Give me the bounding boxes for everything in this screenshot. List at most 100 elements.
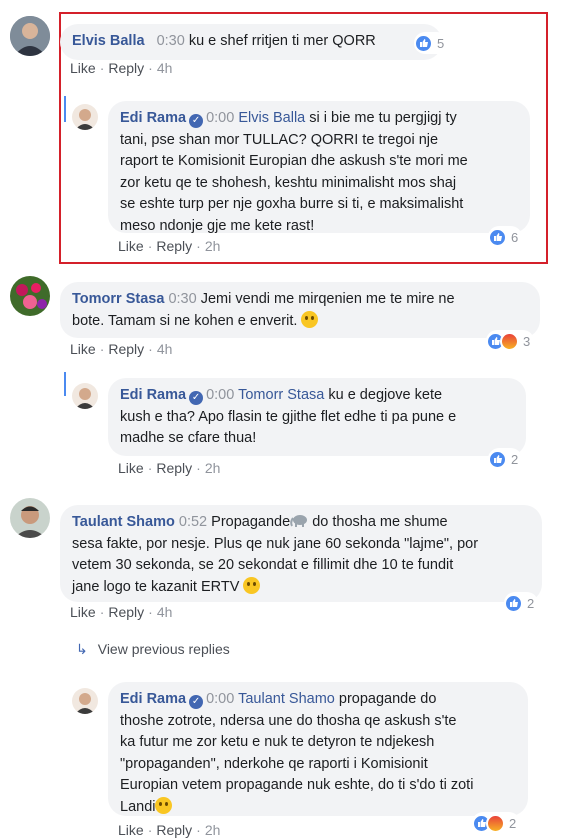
- video-timestamp[interactable]: 0:30: [168, 291, 196, 307]
- smiling-emoji-icon: [243, 576, 261, 594]
- like-reaction-icon: [488, 449, 507, 469]
- view-previous-label: View previous replies: [97, 641, 230, 657]
- comment-bubble: Taulant Shamo 0:52 Propagande do thosha …: [60, 505, 542, 602]
- video-timestamp[interactable]: 0:00: [206, 110, 234, 126]
- mention-link[interactable]: Tomorr Stasa: [238, 387, 324, 403]
- comment-text-line: Jemi vendi me mirqenien me te mire ne: [200, 291, 455, 307]
- comment-text-line: ka futur me zor ketu e nuk te detyron te…: [120, 734, 435, 750]
- reply-link[interactable]: Reply: [156, 460, 192, 476]
- video-timestamp[interactable]: 0:00: [206, 691, 234, 707]
- like-reaction-icon: [504, 593, 523, 613]
- comment-actions: Like · Reply · 2h: [118, 238, 221, 254]
- reaction-count: 2: [509, 815, 517, 831]
- like-link[interactable]: Like: [118, 822, 144, 838]
- comment-time[interactable]: 4h: [157, 341, 173, 357]
- mention-link[interactable]: Taulant Shamo: [238, 691, 335, 707]
- comment-text-line: kush e tha? Apo flasin te gjithe flet ed…: [120, 408, 457, 425]
- comment-time[interactable]: 2h: [205, 460, 221, 476]
- comment-author[interactable]: Edi Rama: [120, 691, 186, 707]
- comment-author[interactable]: Tomorr Stasa: [72, 291, 164, 307]
- reply-indicator: [64, 96, 66, 122]
- comment-author[interactable]: Edi Rama: [120, 110, 186, 126]
- verified-badge-icon: ✓: [189, 114, 204, 128]
- like-reaction-icon: [488, 227, 507, 247]
- comment-time[interactable]: 2h: [205, 822, 221, 838]
- reaction-count: 2: [511, 451, 519, 467]
- comment-bubble: Elvis Balla 0:30 ku e shef rritjen ti me…: [60, 24, 442, 60]
- comment-text: ku e shef rritjen ti mer QORR: [188, 33, 376, 49]
- reply-link[interactable]: Reply: [108, 604, 144, 620]
- reaction-count: 2: [527, 595, 535, 611]
- reactions-summary[interactable]: 6: [488, 226, 523, 248]
- reactions-summary[interactable]: 2: [472, 812, 521, 834]
- view-previous-replies[interactable]: ↳ View previous replies: [76, 641, 230, 658]
- avatar[interactable]: [10, 498, 50, 538]
- comment-text-line: Europian vetem propagande nuk eshte, do …: [120, 777, 474, 793]
- like-link[interactable]: Like: [70, 60, 96, 76]
- comment-author[interactable]: Taulant Shamo: [72, 514, 175, 530]
- reactions-summary[interactable]: 2: [488, 448, 523, 470]
- comment-time[interactable]: 2h: [205, 238, 221, 254]
- comment-text-line: vetem 30 sekonda, se 20 sekondat e filli…: [72, 557, 454, 573]
- video-timestamp[interactable]: 0:30: [157, 33, 185, 49]
- comment-text-line: madhe se cfare thua!: [120, 430, 257, 446]
- reaction-count: 6: [511, 229, 519, 245]
- like-link[interactable]: Like: [118, 238, 144, 254]
- comment-time[interactable]: 4h: [157, 60, 173, 76]
- angry-reaction-icon: [486, 813, 505, 833]
- upside-down-emoji-icon: [155, 796, 173, 814]
- reply-bubble: Edi Rama ✓ 0:00 Elvis Balla si i bie me tu…: [108, 101, 530, 234]
- reply-bubble: Edi Rama ✓ 0:00 Tomorr Stasa ku e degjove …: [108, 378, 526, 456]
- video-timestamp[interactable]: 0:52: [179, 514, 207, 530]
- reactions-summary[interactable]: 5: [414, 32, 449, 54]
- reply-link[interactable]: Reply: [108, 341, 144, 357]
- comment-actions: Like · Reply · 4h: [70, 341, 173, 357]
- like-reaction-icon: [414, 33, 433, 53]
- reply-link[interactable]: Reply: [108, 60, 144, 76]
- comment-actions: Like · Reply · 2h: [118, 822, 221, 838]
- avatar[interactable]: [10, 16, 50, 56]
- mention-link[interactable]: Elvis Balla: [238, 110, 305, 126]
- like-link[interactable]: Like: [118, 460, 144, 476]
- comment-text-line: do thosha me shume: [312, 514, 448, 530]
- comment-bubble: Tomorr Stasa 0:30 Jemi vendi me mirqenie…: [60, 282, 540, 338]
- elephant-emoji-icon: [290, 515, 308, 527]
- reply-arrow-icon: ↳: [76, 641, 88, 657]
- comment-text-line: Landi: [120, 798, 156, 815]
- comment-author[interactable]: Edi Rama: [120, 387, 186, 403]
- comment-text-line: propagande do: [338, 691, 437, 707]
- avatar[interactable]: [72, 104, 98, 130]
- reply-link[interactable]: Reply: [156, 822, 192, 838]
- avatar[interactable]: [72, 383, 98, 409]
- comment-text-line: bote. Tamam si ne kohen e enverit.: [72, 312, 298, 329]
- comment-text-line: jane logo te kazanit ERTV: [72, 578, 240, 595]
- comment-actions: Like · Reply · 4h: [70, 60, 173, 76]
- comment-time[interactable]: 4h: [157, 604, 173, 620]
- comment-text-line: ku e degjove kete: [328, 387, 443, 403]
- comment-text-line: "propaganden", nderkohe qe raporti i Kom…: [120, 755, 428, 772]
- comment-text-line: meso ndonje gje me kete rast!: [120, 217, 315, 234]
- comment-text-line: Propagande: [211, 514, 291, 530]
- like-link[interactable]: Like: [70, 604, 96, 620]
- thinking-emoji-icon: [301, 310, 319, 328]
- avatar[interactable]: [72, 688, 98, 714]
- reply-indicator: [64, 372, 66, 396]
- reactions-summary[interactable]: 2: [504, 592, 539, 614]
- reply-link[interactable]: Reply: [156, 238, 192, 254]
- verified-badge-icon: ✓: [189, 695, 204, 709]
- reply-bubble: Edi Rama ✓ 0:00 Taulant Shamo propagande d…: [108, 682, 528, 816]
- avatar[interactable]: [10, 276, 50, 316]
- comment-text-line: thoshe zotrote, ndersa une do thosha qe …: [120, 712, 457, 729]
- comment-actions: Like · Reply · 2h: [118, 460, 221, 476]
- comment-text-line: sesa fakte, por nesje. Plus qe nuk jane …: [72, 535, 479, 552]
- angry-reaction-icon: [500, 331, 519, 351]
- comment-text-line: zor ketu qe te shohesh, keshtu minimalis…: [120, 174, 457, 191]
- comment-text-line: si i bie me tu pergjigj ty: [309, 110, 457, 126]
- video-timestamp[interactable]: 0:00: [206, 387, 234, 403]
- comment-text-line: raport te Komisionit Europian dhe askush…: [120, 153, 468, 169]
- comment-text-line: tani, pse shan mor TULLAC? QORRI te treg…: [120, 131, 439, 148]
- verified-badge-icon: ✓: [189, 391, 204, 405]
- reactions-summary[interactable]: 3: [486, 330, 535, 352]
- comment-author[interactable]: Elvis Balla: [72, 33, 145, 49]
- like-link[interactable]: Like: [70, 341, 96, 357]
